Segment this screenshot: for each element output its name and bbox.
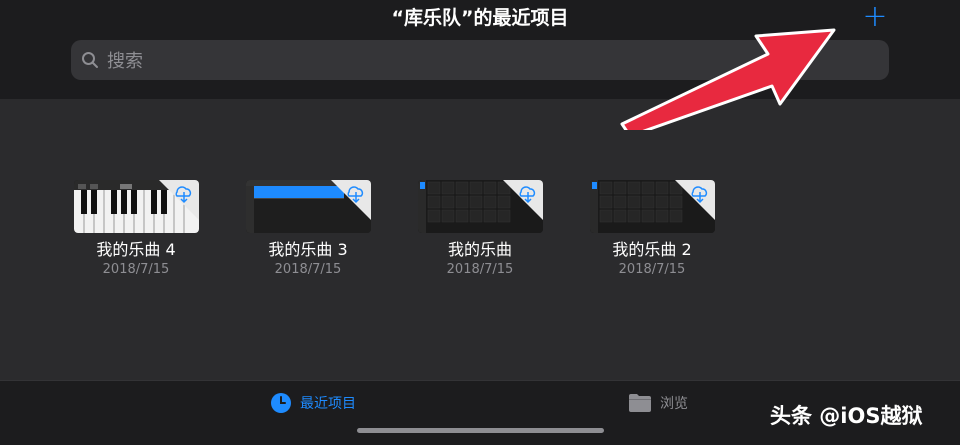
tab-recents-label: 最近项目 xyxy=(300,396,356,412)
document-item[interactable]: 我的乐曲 4 2018/7/15 xyxy=(61,180,211,279)
document-item[interactable]: 我的乐曲 2 2018/7/15 xyxy=(577,180,727,279)
tab-browse-label: 浏览 xyxy=(660,396,688,412)
search-icon xyxy=(82,52,98,68)
document-name: 我的乐曲 xyxy=(447,240,512,259)
document-date: 2018/7/15 xyxy=(446,262,514,277)
tab-recents[interactable]: 最近项目 xyxy=(270,389,356,417)
home-indicator[interactable] xyxy=(357,428,604,433)
watermark: 头条 @iOS越狱 xyxy=(770,404,923,428)
document-thumbnail[interactable] xyxy=(245,180,371,233)
document-name: 我的乐曲 3 xyxy=(268,240,348,259)
add-button[interactable]: + xyxy=(862,2,888,32)
annotation-arrow-icon xyxy=(620,28,836,130)
document-thumbnail[interactable] xyxy=(589,180,715,233)
folder-icon xyxy=(629,394,651,412)
document-date: 2018/7/15 xyxy=(274,262,342,277)
document-item[interactable]: 我的乐曲 3 2018/7/15 xyxy=(233,180,383,279)
document-thumbnail[interactable] xyxy=(417,180,543,233)
clock-icon xyxy=(271,393,291,413)
document-date: 2018/7/15 xyxy=(102,262,170,277)
document-item[interactable]: 我的乐曲 2018/7/15 xyxy=(405,180,555,279)
document-name: 我的乐曲 4 xyxy=(96,240,176,259)
document-name: 我的乐曲 2 xyxy=(612,240,692,259)
document-date: 2018/7/15 xyxy=(618,262,686,277)
tab-browse[interactable]: 浏览 xyxy=(628,389,688,417)
document-thumbnail[interactable] xyxy=(73,180,199,233)
